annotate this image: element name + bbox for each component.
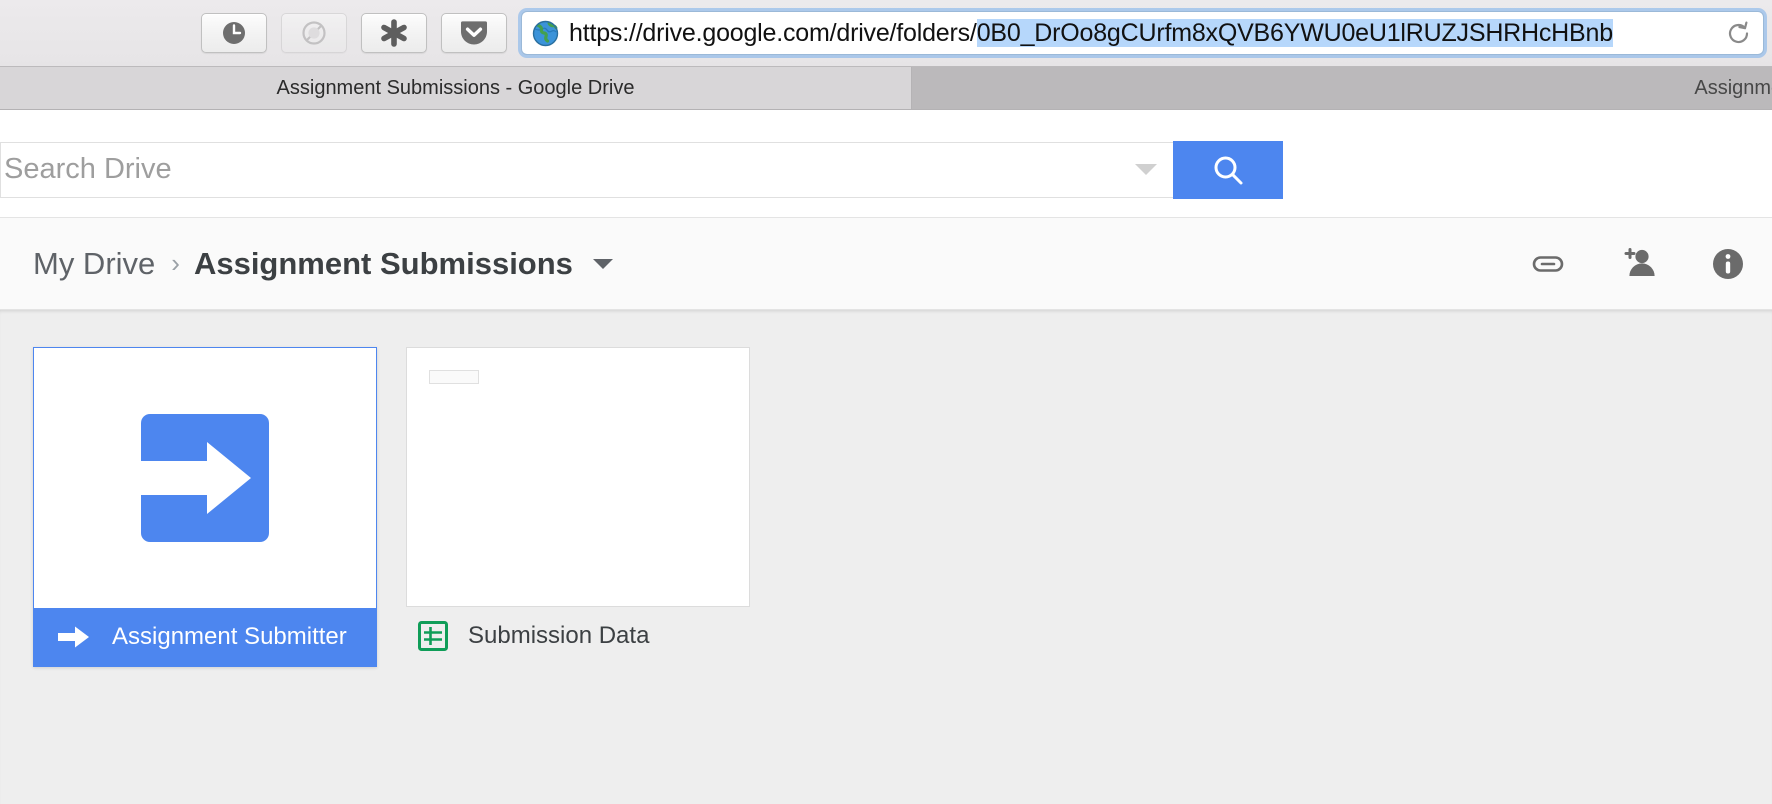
- blocked-icon-button[interactable]: [281, 13, 347, 53]
- pocket-icon: [461, 21, 487, 45]
- clock-icon: [223, 22, 245, 44]
- search-button[interactable]: [1173, 140, 1283, 199]
- search-input[interactable]: [1, 152, 1135, 187]
- file-card-assignment-submitter[interactable]: Assignment Submitter: [33, 347, 377, 667]
- file-thumbnail: [406, 347, 750, 607]
- chevron-down-icon[interactable]: [1135, 164, 1157, 175]
- header-action-group: [1526, 242, 1754, 286]
- browser-toolbar: https://drive.google.com/drive/folders/0…: [0, 0, 1772, 66]
- file-name: Submission Data: [468, 622, 650, 649]
- search-field-wrapper[interactable]: [0, 141, 1173, 198]
- clock-icon-button[interactable]: [201, 13, 267, 53]
- search-icon: [1214, 156, 1243, 184]
- breadcrumb-current-folder[interactable]: Assignment Submissions: [194, 246, 573, 282]
- link-icon: [1532, 255, 1564, 272]
- sheets-icon: [418, 621, 448, 651]
- folder-header: My Drive › Assignment Submissions: [0, 218, 1772, 310]
- asterisk-icon-button[interactable]: [361, 13, 427, 53]
- file-card-footer: Submission Data: [406, 607, 750, 665]
- url-text: https://drive.google.com/drive/folders/0…: [569, 18, 1613, 47]
- reload-icon[interactable]: [1717, 12, 1759, 54]
- chevron-down-icon[interactable]: [592, 258, 613, 269]
- browser-chrome: https://drive.google.com/drive/folders/0…: [0, 0, 1772, 110]
- info-icon: [1713, 248, 1743, 279]
- file-thumbnail: [34, 348, 376, 608]
- link-icon-button[interactable]: [1526, 242, 1570, 286]
- file-grid: Assignment Submitter Submission Data: [0, 310, 1772, 804]
- tab-bar: Assignment Submissions - Google Drive As…: [0, 66, 1772, 109]
- arrow-right-icon: [141, 414, 269, 542]
- google-drive-page: My Drive › Assignment Submissions: [0, 110, 1772, 804]
- thumbnail-placeholder: [429, 370, 479, 384]
- breadcrumb: My Drive › Assignment Submissions: [33, 246, 1526, 282]
- add-person-icon: [1624, 247, 1655, 276]
- blocked-icon: [302, 21, 326, 45]
- file-name: Assignment Submitter: [112, 623, 347, 650]
- url-address-bar[interactable]: https://drive.google.com/drive/folders/0…: [521, 11, 1764, 55]
- url-selected-folder-id: 0B0_DrOo8gCUrfm8xQVB6YWU0eU1lRUZJSHRHcHB…: [976, 18, 1613, 47]
- tab-assignment-submissions[interactable]: Assignment Submissions - Google Drive: [0, 67, 912, 109]
- breadcrumb-separator: ›: [171, 248, 180, 278]
- pocket-icon-button[interactable]: [441, 13, 507, 53]
- tab-label: Assignment Sub: [1694, 76, 1772, 99]
- file-card-submission-data[interactable]: Submission Data: [406, 347, 750, 665]
- add-person-icon-button[interactable]: [1616, 242, 1660, 286]
- tab-label: Assignment Submissions - Google Drive: [276, 76, 635, 99]
- search-bar: [0, 110, 1772, 218]
- file-card-footer: Assignment Submitter: [34, 608, 376, 666]
- extension-button-group: [201, 13, 507, 53]
- asterisk-icon: [381, 19, 407, 47]
- globe-icon: [532, 20, 559, 47]
- breadcrumb-my-drive[interactable]: My Drive: [33, 246, 155, 282]
- info-icon-button[interactable]: [1706, 242, 1750, 286]
- tab-assignment-sub[interactable]: Assignment Sub: [912, 67, 1772, 109]
- arrow-right-icon: [58, 626, 89, 648]
